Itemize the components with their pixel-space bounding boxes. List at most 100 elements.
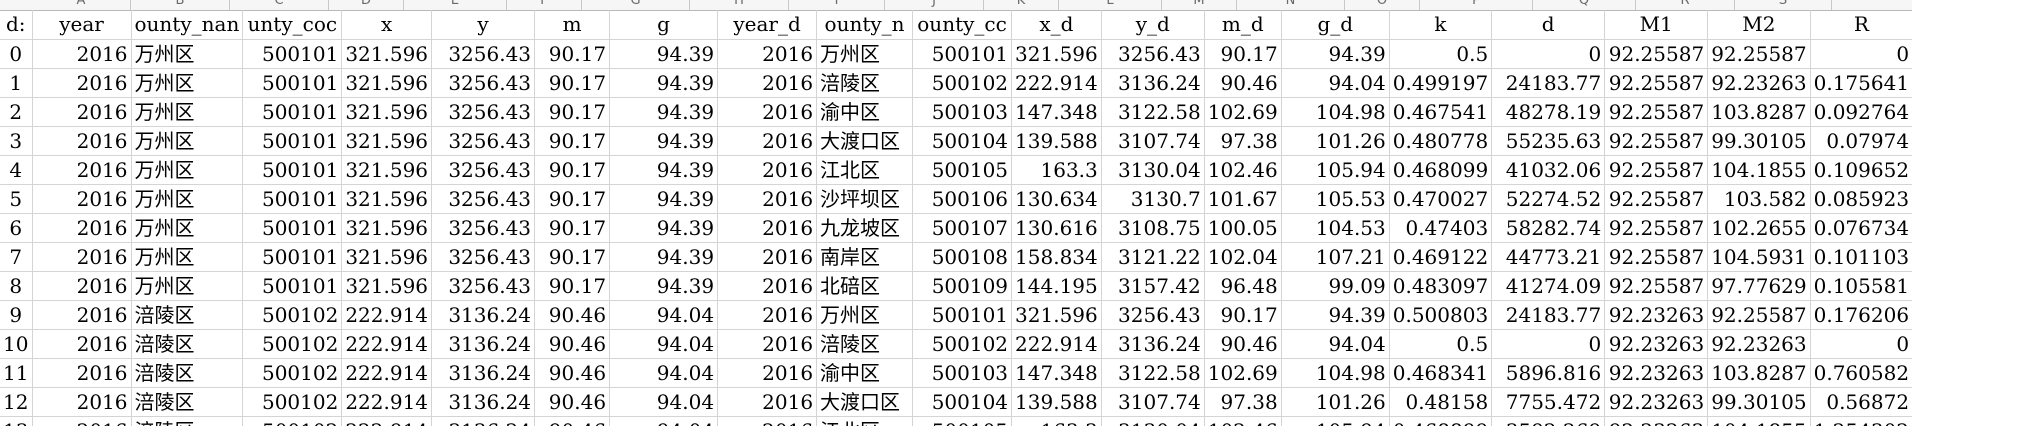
cell-county-code[interactable]: 500101 (242, 213, 343, 243)
cell-m2[interactable]: 103.582 (1707, 184, 1811, 214)
column-letter-o[interactable]: O (1345, 0, 1420, 10)
cell-y-d[interactable]: 3122.58 (1101, 358, 1205, 388)
cell-m2[interactable]: 92.25587 (1707, 300, 1811, 330)
cell-y[interactable]: 3256.43 (431, 213, 536, 243)
cell-x-d[interactable]: 130.634 (1011, 184, 1102, 214)
cell-county-name[interactable]: 涪陵区 (131, 300, 244, 330)
cell-d[interactable]: 7755.472 (1491, 387, 1606, 417)
cell-year[interactable]: 2016 (32, 68, 132, 98)
cell-year[interactable]: 2016 (32, 358, 132, 388)
cell-k[interactable]: 0.469122 (1389, 242, 1493, 272)
cell-y-d[interactable]: 3107.74 (1101, 387, 1205, 417)
cell-g-d[interactable]: 105.94 (1281, 155, 1390, 185)
cell-m-d[interactable]: 102.46 (1204, 416, 1282, 426)
cell-county-code-d[interactable]: 500105 (912, 416, 1013, 426)
cell-g[interactable]: 94.04 (609, 329, 719, 359)
column-letter-r[interactable]: R (1636, 0, 1735, 10)
cell-m2[interactable]: 97.77629 (1707, 271, 1811, 301)
column-letter-f[interactable]: F (507, 0, 582, 10)
cell-r[interactable]: 0.092764 (1810, 97, 1914, 127)
cell-k[interactable]: 0.468899 (1389, 416, 1493, 426)
cell-g[interactable]: 94.04 (609, 300, 719, 330)
cell-d[interactable]: 44773.21 (1491, 242, 1606, 272)
cell-m2[interactable]: 103.8287 (1707, 97, 1811, 127)
cell-y-d[interactable]: 3136.24 (1101, 68, 1205, 98)
cell-m-d[interactable]: 102.69 (1204, 358, 1282, 388)
cell-county-code[interactable]: 500102 (242, 329, 343, 359)
column-letter-g[interactable]: G (582, 0, 690, 10)
cell-m[interactable]: 90.17 (534, 126, 611, 156)
cell-county-name[interactable]: 涪陵区 (131, 358, 244, 388)
cell-m-d[interactable]: 90.17 (1204, 39, 1282, 69)
cell-k[interactable]: 0.5 (1389, 39, 1493, 69)
cell-y[interactable]: 3256.43 (431, 39, 536, 69)
column-header-year[interactable]: year (32, 10, 132, 40)
cell-m[interactable]: 90.46 (534, 300, 611, 330)
cell-m-d[interactable]: 96.48 (1204, 271, 1282, 301)
column-letter-a[interactable]: A (32, 0, 131, 10)
cell-g[interactable]: 94.39 (609, 39, 719, 69)
cell-m[interactable]: 90.46 (534, 358, 611, 388)
cell-k[interactable]: 0.480778 (1389, 126, 1493, 156)
cell-x-d[interactable]: 139.588 (1011, 387, 1102, 417)
cell-county-code[interactable]: 500102 (242, 387, 343, 417)
cell-r[interactable]: 0.07974 (1810, 126, 1914, 156)
cell-m2[interactable]: 99.30105 (1707, 126, 1811, 156)
column-letter-k[interactable]: K (984, 0, 1059, 10)
cell-x-d[interactable]: 163.3 (1011, 155, 1102, 185)
cell-county-name[interactable]: 涪陵区 (131, 387, 244, 417)
cell-d[interactable]: 5896.816 (1491, 358, 1606, 388)
cell-x-d[interactable]: 222.914 (1011, 68, 1102, 98)
cell-county-code[interactable]: 500101 (242, 271, 343, 301)
cell-g-d[interactable]: 107.21 (1281, 242, 1390, 272)
cell-m-d[interactable]: 101.67 (1204, 184, 1282, 214)
cell-year-d[interactable]: 2016 (717, 184, 818, 214)
row-index-cell[interactable]: 0 (0, 39, 33, 69)
cell-county-code-d[interactable]: 500102 (912, 329, 1013, 359)
column-header-m1[interactable]: M1 (1604, 10, 1709, 40)
row-index-cell[interactable]: 10 (0, 329, 33, 359)
cell-county-code-d[interactable]: 500108 (912, 242, 1013, 272)
cell-m1[interactable]: 92.25587 (1604, 213, 1709, 243)
cell-d[interactable]: 24183.77 (1491, 300, 1606, 330)
cell-county-name-d[interactable]: 大渡口区 (816, 387, 914, 417)
cell-m1[interactable]: 92.25587 (1604, 97, 1709, 127)
cell-m2[interactable]: 92.23263 (1707, 329, 1811, 359)
cell-m[interactable]: 90.17 (534, 213, 611, 243)
cell-r[interactable]: 0.56872 (1810, 387, 1914, 417)
cell-m[interactable]: 90.17 (534, 97, 611, 127)
cell-g-d[interactable]: 99.09 (1281, 271, 1390, 301)
cell-x[interactable]: 321.596 (341, 242, 433, 272)
cell-y[interactable]: 3136.24 (431, 329, 536, 359)
cell-county-name-d[interactable]: 万州区 (816, 300, 914, 330)
column-letter-m[interactable]: M (1162, 0, 1237, 10)
cell-x[interactable]: 321.596 (341, 126, 433, 156)
cell-county-code-d[interactable]: 500105 (912, 155, 1013, 185)
cell-county-code-d[interactable]: 500103 (912, 358, 1013, 388)
row-index-cell[interactable]: 3 (0, 126, 33, 156)
cell-x-d[interactable]: 321.596 (1011, 300, 1102, 330)
cell-year[interactable]: 2016 (32, 242, 132, 272)
cell-county-name[interactable]: 涪陵区 (131, 329, 244, 359)
cell-r[interactable]: 1.254302 (1810, 416, 1914, 426)
cell-g-d[interactable]: 94.39 (1281, 300, 1390, 330)
cell-county-name-d[interactable]: 万州区 (816, 39, 914, 69)
cell-m1[interactable]: 92.25587 (1604, 242, 1709, 272)
cell-year-d[interactable]: 2016 (717, 329, 818, 359)
cell-m2[interactable]: 104.1855 (1707, 155, 1811, 185)
cell-county-name[interactable]: 万州区 (131, 97, 244, 127)
column-header-d-[interactable]: d: (0, 10, 33, 40)
cell-year[interactable]: 2016 (32, 271, 132, 301)
column-letter-l[interactable]: L (1059, 0, 1162, 10)
cell-county-code[interactable]: 500102 (242, 358, 343, 388)
cell-year-d[interactable]: 2016 (717, 387, 818, 417)
cell-year[interactable]: 2016 (32, 155, 132, 185)
cell-m-d[interactable]: 102.69 (1204, 97, 1282, 127)
cell-county-name-d[interactable]: 江北区 (816, 416, 914, 426)
row-index-cell[interactable]: 8 (0, 271, 33, 301)
cell-d[interactable]: 3592.269 (1491, 416, 1606, 426)
row-index-cell[interactable]: 9 (0, 300, 33, 330)
column-header-m2[interactable]: M2 (1707, 10, 1811, 40)
row-index-cell[interactable]: 5 (0, 184, 33, 214)
column-letter-s[interactable]: S (1735, 0, 1832, 10)
